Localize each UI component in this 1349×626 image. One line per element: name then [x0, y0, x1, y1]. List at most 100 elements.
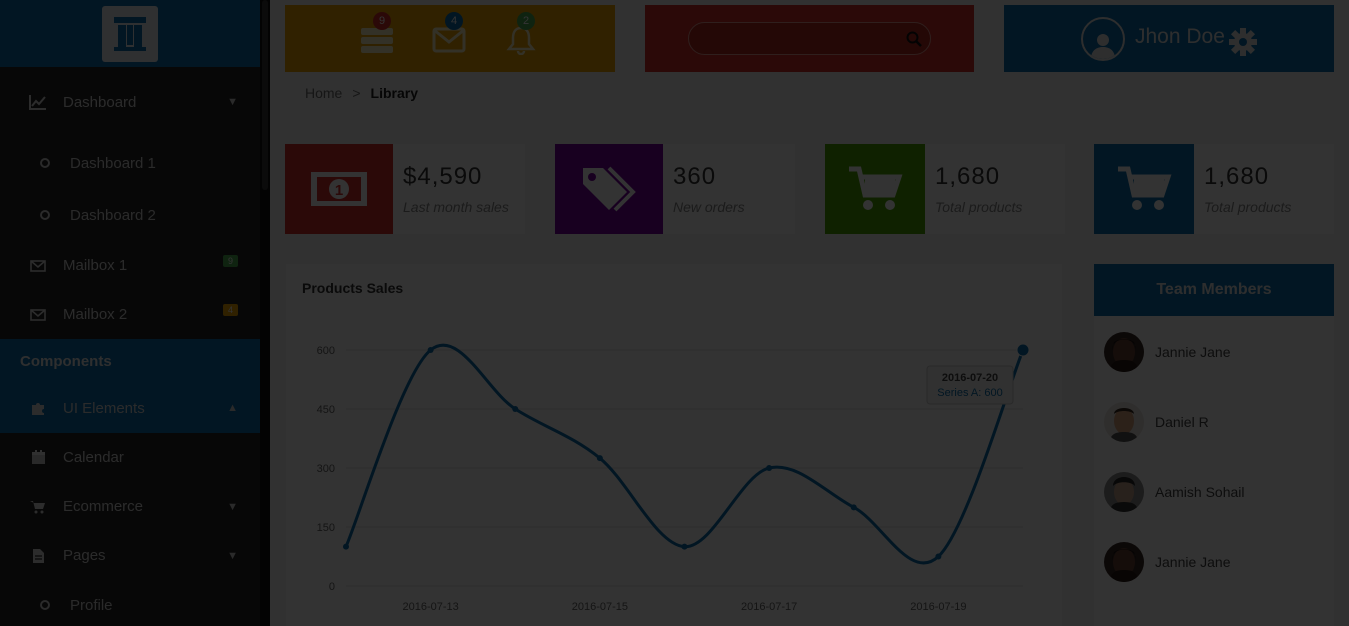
- x-tick-label: 2016-07-17: [741, 601, 797, 613]
- messages-notification-button[interactable]: 4: [432, 12, 466, 55]
- search-input[interactable]: [703, 29, 903, 49]
- stat-icon-box: 1: [285, 144, 393, 234]
- sidebar-section-components: Components: [0, 339, 260, 383]
- sidebar-nav: Dashboard ▼ Dashboard 1 Dashboard 2 Mail…: [0, 67, 260, 626]
- sidebar-subitem-dashboard-2[interactable]: Dashboard 2: [0, 189, 260, 241]
- puzzle-icon: [29, 399, 47, 417]
- x-tick-label: 2016-07-19: [910, 601, 966, 613]
- stat-icon-box: [555, 144, 663, 234]
- stat-value: $4,590: [403, 163, 483, 190]
- data-point[interactable]: [512, 406, 519, 412]
- mailbox-badge: 4: [223, 304, 238, 316]
- sidebar-item-label: Profile: [70, 596, 113, 614]
- stat-card-products-2: 1,680 Total products: [1094, 144, 1334, 234]
- app-logo[interactable]: [102, 5, 158, 62]
- cart-icon: [849, 166, 903, 210]
- sidebar-item-label: Mailbox 1: [63, 257, 128, 274]
- money-icon: 1: [311, 172, 367, 206]
- y-tick-label: 450: [317, 404, 335, 416]
- avatar: [1104, 332, 1144, 372]
- breadcrumb: Home > Library: [305, 85, 418, 101]
- data-point[interactable]: [681, 543, 688, 550]
- sidebar-item-label: UI Elements: [63, 399, 145, 417]
- chevron-down-icon: ▼: [227, 500, 238, 513]
- notification-count-badge: 2: [517, 12, 535, 30]
- products-sales-card: Products Sales 0 150 300 450 600 2016-07-13 20…: [286, 264, 1062, 626]
- sidebar-subitem-profile[interactable]: Profile: [0, 580, 260, 626]
- sidebar-item-pages[interactable]: Pages ▼: [0, 531, 260, 580]
- series-line: [344, 343, 1025, 565]
- stat-label: Last month sales: [403, 199, 509, 215]
- notification-count-badge: 9: [373, 12, 391, 30]
- user-panel: Jhon Doe: [1004, 5, 1334, 72]
- alerts-notification-button[interactable]: 2: [504, 12, 538, 55]
- stat-value: 360: [673, 163, 717, 190]
- y-tick-label: 150: [317, 522, 335, 534]
- search-icon[interactable]: [906, 31, 922, 52]
- products-sales-chart[interactable]: 0 150 300 450 600 2016-07-13 2016-07-15 2016-07…: [286, 264, 1062, 626]
- user-icon: [1091, 34, 1115, 59]
- sidebar-item-label: Dashboard 2: [70, 206, 156, 224]
- chevron-down-icon: ▼: [227, 96, 238, 108]
- sidebar-item-label: Ecommerce: [63, 498, 144, 515]
- chevron-up-icon: ▲: [227, 402, 238, 414]
- tags-icon: [583, 166, 636, 212]
- search-panel: [645, 5, 974, 72]
- stack-icon: [361, 28, 393, 53]
- team-member[interactable]: Aamish Sohail: [1104, 472, 1245, 512]
- logo-bar: [0, 0, 260, 67]
- sidebar-item-mailbox-1[interactable]: Mailbox 1 9: [0, 241, 260, 290]
- data-point[interactable]: [1016, 343, 1030, 357]
- team-member[interactable]: Jannie Jane: [1104, 542, 1231, 582]
- data-point[interactable]: [766, 465, 773, 471]
- chevron-down-icon: ▼: [227, 549, 238, 562]
- y-tick-label: 0: [329, 581, 335, 593]
- sidebar-item-ui-elements[interactable]: UI Elements ▲: [0, 383, 260, 433]
- team-members-header: Team Members: [1094, 264, 1334, 316]
- stat-value: 1,680: [1204, 163, 1270, 190]
- sidebar-subitem-dashboard-1[interactable]: Dashboard 1: [0, 137, 260, 189]
- circle-icon: [40, 600, 50, 610]
- cart-icon: [29, 498, 47, 516]
- stack-notification-button[interactable]: 9: [360, 12, 394, 55]
- chart-line-icon: [29, 93, 47, 111]
- cart-icon: [1118, 166, 1172, 210]
- user-avatar[interactable]: [1081, 17, 1125, 61]
- avatar: [1104, 472, 1144, 512]
- svg-text:1: 1: [335, 182, 343, 199]
- team-member-name: Daniel R: [1155, 414, 1209, 430]
- team-members-list: Jannie Jane Daniel R Aamish Sohail Janni…: [1094, 316, 1334, 626]
- data-point[interactable]: [427, 347, 434, 353]
- breadcrumb-home-link[interactable]: Home: [305, 85, 342, 101]
- breadcrumb-separator: >: [352, 85, 361, 101]
- gear-icon[interactable]: [1228, 27, 1258, 62]
- user-name[interactable]: Jhon Doe: [1135, 25, 1225, 49]
- mailbox-badge: 9: [223, 255, 238, 267]
- avatar: [1104, 402, 1144, 442]
- sidebar-item-dashboard[interactable]: Dashboard ▼: [0, 67, 260, 137]
- stat-value: 1,680: [935, 163, 1001, 190]
- team-member[interactable]: Daniel R: [1104, 402, 1209, 442]
- y-tick-label: 600: [317, 345, 335, 357]
- data-point[interactable]: [850, 504, 857, 511]
- sidebar-scroll-thumb[interactable]: [262, 0, 268, 190]
- team-member-name: Jannie Jane: [1155, 344, 1231, 360]
- sidebar-item-label: Mailbox 2: [63, 306, 128, 323]
- notifications-panel: 9 4 2: [285, 5, 615, 72]
- sidebar-item-mailbox-2[interactable]: Mailbox 2 4: [0, 290, 260, 339]
- data-point[interactable]: [596, 455, 603, 462]
- bell-icon: [506, 26, 536, 55]
- sidebar-item-label: Calendar: [63, 449, 124, 466]
- y-tick-label: 300: [317, 463, 335, 475]
- sidebar-item-calendar[interactable]: Calendar: [0, 433, 260, 482]
- sidebar: Dashboard ▼ Dashboard 1 Dashboard 2 Mail…: [0, 0, 270, 626]
- envelope-icon: [29, 257, 47, 275]
- search-box: [688, 22, 931, 55]
- tooltip-value: Series A: 600: [937, 387, 1002, 399]
- team-member-name: Jannie Jane: [1155, 554, 1231, 570]
- data-point[interactable]: [343, 543, 349, 550]
- data-point[interactable]: [935, 553, 942, 560]
- avatar: [1104, 542, 1144, 582]
- sidebar-item-ecommerce[interactable]: Ecommerce ▼: [0, 482, 260, 531]
- team-member[interactable]: Jannie Jane: [1104, 332, 1231, 372]
